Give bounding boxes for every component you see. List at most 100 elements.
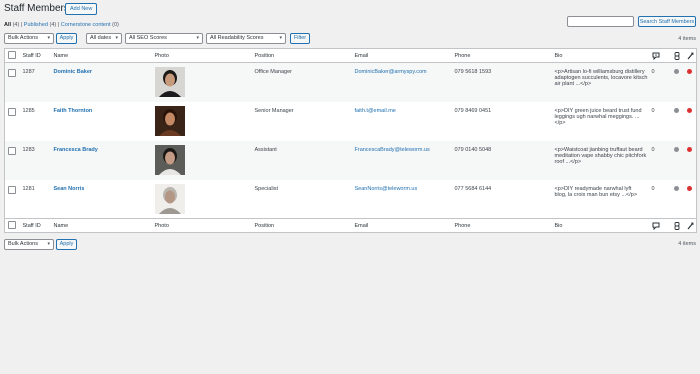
readability-scores-value: All Readability Scores [210, 35, 264, 41]
link-count-icon[interactable] [671, 49, 684, 63]
column-name[interactable]: Name [51, 49, 152, 63]
bio-cell: <p>Waistcoat jianbing truffaut beard med… [552, 141, 649, 180]
column-position: Position [254, 222, 275, 229]
staff-name-link[interactable]: Francesca Brady [54, 147, 98, 153]
chevron-down-icon: ▾ [47, 241, 50, 247]
apply-button-bottom[interactable]: Apply [56, 239, 77, 250]
apply-button[interactable]: Apply [56, 33, 77, 44]
seo-score-dot [686, 185, 692, 191]
phone-cell: 079 5618 1593 [454, 69, 492, 75]
search-button[interactable]: Search Staff Members [638, 16, 696, 27]
dates-select[interactable]: All dates ▾ [86, 33, 122, 44]
bio-line: <p>Waistcoat jianbing truffaut beard [554, 146, 643, 153]
chevron-down-icon: ▾ [115, 35, 118, 41]
seo-score-dot [686, 69, 692, 74]
seo-scores-select[interactable]: All SEO Scores ▾ [125, 33, 203, 44]
table-row: 1281 Sean Norris Specialist SeanNorris@t… [5, 180, 697, 219]
staff-table: Staff ID Name Photo Position Email Phone… [4, 48, 697, 233]
column-staff-id: Staff ID [22, 52, 41, 59]
position-cell: Assistant [254, 146, 277, 153]
seo-score-dot [686, 146, 692, 152]
bio-cell: <p>DIY readymade narwhal lyft blog, la c… [552, 180, 649, 219]
comment-count-cell: 0 [651, 146, 655, 153]
seo-score-icon[interactable] [684, 49, 697, 63]
link-status-dot [673, 146, 679, 152]
seo-score-dot [686, 107, 692, 113]
position-cell: Office Manager [254, 69, 293, 75]
seo-score-icon[interactable] [684, 219, 697, 233]
link-status-dot [673, 185, 679, 191]
bulk-actions-value: Bulk Actions [8, 241, 38, 247]
table-header-row: Staff ID Name Photo Position Email Phone… [4, 49, 697, 63]
view-all[interactable]: All [4, 22, 11, 28]
bio-line: leggings ugh narwhal meggings. ... [554, 113, 640, 120]
link-count-icon[interactable] [671, 219, 684, 233]
view-cornerstone-count: (0) [112, 22, 119, 28]
row-checkbox[interactable] [8, 107, 16, 116]
bio-line: meditation vape shabby chic pitchfork [554, 152, 647, 159]
column-photo: Photo [154, 52, 169, 59]
bio-line: air plant ...</p> [554, 81, 592, 87]
filter-button[interactable]: Filter [290, 33, 310, 44]
dates-value: All dates [90, 35, 112, 41]
items-count-top: 4 items [678, 36, 696, 42]
status-views: All (4) | Published (4) | Cornerstone co… [4, 22, 119, 28]
table-footer-row: Staff ID Name Photo Position Email Phone… [4, 218, 697, 233]
row-checkbox[interactable] [8, 146, 16, 155]
bio-cell: <p>DIY green juice beard trust fund legg… [552, 102, 649, 141]
chevron-down-icon: ▾ [279, 35, 282, 41]
table-row: 1285 Faith Thornton Senior Manager faith… [5, 102, 697, 141]
link-status-dot [673, 107, 679, 113]
staff-id-cell: 1287 [22, 69, 35, 75]
column-email: Email [354, 52, 369, 59]
phone-cell: 077 5684 6144 [454, 185, 492, 192]
view-separator: | [57, 22, 60, 28]
photo-cell [152, 180, 252, 219]
bulk-actions-select-bottom[interactable]: Bulk Actions ▾ [4, 239, 54, 250]
staff-photo [154, 105, 185, 136]
readability-scores-select[interactable]: All Readability Scores ▾ [206, 33, 286, 44]
staff-photo [154, 144, 185, 175]
email-link[interactable]: FrancescaBrady@teleworm.us [355, 147, 430, 153]
column-phone: Phone [454, 222, 471, 229]
view-separator: | [20, 22, 23, 28]
view-cornerstone[interactable]: Cornerstone content [61, 22, 111, 28]
table-row: 1283 Francesca Brady Assistant Francesca… [4, 140, 697, 180]
bio-line: <p>DIY green juice beard trust fund [554, 107, 642, 114]
email-link[interactable]: DominicBaker@armyspy.com [355, 69, 427, 75]
column-email: Email [354, 222, 369, 229]
staff-name-link[interactable]: Faith Thornton [54, 108, 93, 114]
comment-count-icon[interactable] [649, 219, 671, 233]
chevron-down-icon: ▾ [47, 35, 50, 41]
column-staff-id: Staff ID [22, 222, 41, 229]
photo-cell [152, 102, 252, 141]
position-cell: Senior Manager [254, 107, 294, 114]
comment-count-icon[interactable] [649, 49, 671, 63]
view-published[interactable]: Published [24, 22, 48, 28]
search-input[interactable] [567, 16, 634, 27]
phone-cell: 079 0140 5048 [454, 146, 492, 153]
comment-count-cell: 0 [651, 185, 655, 192]
select-all-checkbox[interactable] [8, 220, 16, 229]
column-bio: Bio [554, 222, 563, 229]
staff-name-link[interactable]: Dominic Baker [54, 69, 93, 75]
photo-cell [152, 63, 252, 102]
position-cell: Specialist [254, 185, 279, 192]
column-name[interactable]: Name [51, 219, 152, 233]
email-link[interactable]: SeanNorris@teleworm.us [355, 186, 418, 192]
comment-count-cell: 0 [651, 107, 655, 114]
row-checkbox[interactable] [8, 185, 16, 194]
email-link[interactable]: faith.t@email.me [355, 108, 396, 114]
bulk-actions-select[interactable]: Bulk Actions ▾ [4, 33, 54, 44]
staff-name-link[interactable]: Sean Norris [54, 186, 85, 192]
phone-cell: 079 8469 0451 [454, 107, 492, 114]
column-bio: Bio [554, 52, 563, 59]
select-all-checkbox[interactable] [8, 50, 16, 59]
photo-cell [152, 141, 252, 180]
row-checkbox[interactable] [8, 69, 16, 77]
bio-line: </p> [554, 119, 566, 126]
seo-scores-value: All SEO Scores [129, 35, 167, 41]
add-new-button[interactable]: Add New [65, 3, 98, 15]
bio-cell: <p>Artisan lo-fi williamsburg distillery… [552, 63, 649, 102]
view-published-count: (4) [49, 22, 57, 28]
